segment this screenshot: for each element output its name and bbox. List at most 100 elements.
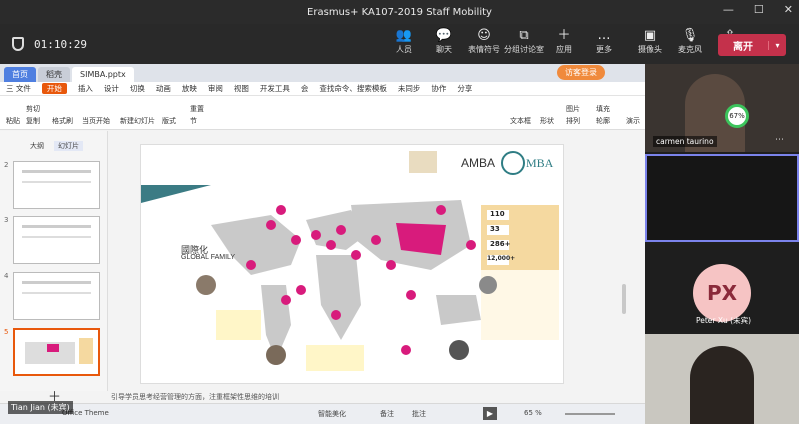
participant-name: Peter Xu (未宾)	[696, 316, 752, 325]
people-button[interactable]: 👥 人员	[384, 28, 424, 55]
window-title: Erasmus+ KA107-2019 Staff Mobility	[307, 6, 492, 18]
stat-value: 33	[490, 225, 500, 233]
menu-review[interactable]: 审阅	[208, 83, 223, 94]
apps-button[interactable]: ＋ 应用	[544, 28, 584, 55]
collab-button[interactable]: 协作	[431, 83, 446, 94]
search-command[interactable]: 查找命令、搜索模板	[319, 83, 387, 94]
chevron-down-icon[interactable]: ▾	[768, 40, 786, 50]
maximize-icon[interactable]: ☐	[754, 3, 764, 16]
breakout-button[interactable]: ⧉ 分组讨论室	[504, 28, 544, 55]
notes-button[interactable]: 备注	[380, 409, 394, 419]
shared-screen: 首页 稻壳 SIMBA.pptx 访客登录 三 文件 开始 插入 设计 切换 动…	[0, 64, 645, 424]
zoom-level[interactable]: 65 %	[524, 409, 542, 417]
sync-status[interactable]: 未同步	[398, 83, 421, 94]
arrange-button[interactable]: 排列	[566, 116, 580, 126]
mic-icon: 🎙	[681, 28, 699, 43]
shield-icon	[12, 37, 24, 51]
more-icon: …	[597, 28, 611, 43]
award-logo	[409, 151, 437, 173]
vertical-scrollbar[interactable]	[622, 284, 626, 314]
tab-slides[interactable]: 幻灯片	[54, 141, 83, 151]
menu-file[interactable]: 三 文件	[6, 83, 31, 94]
wps-menubar: 三 文件 开始 插入 设计 切换 动画 放映 审阅 视图 开发工具 会 查找命令…	[0, 82, 645, 96]
camera-button[interactable]: ▣ 摄像头	[630, 28, 670, 55]
menu-slideshow[interactable]: 放映	[182, 83, 197, 94]
stat-value: 286+	[490, 240, 511, 248]
minimize-icon[interactable]: —	[723, 3, 734, 16]
participant-tile-carmen[interactable]: 67% carmen taurino ⋯	[645, 64, 799, 152]
comments-button[interactable]: 批注	[412, 409, 426, 419]
copy-button[interactable]: 复制	[26, 116, 40, 126]
breakout-label: 分组讨论室	[504, 45, 544, 54]
meeting-toolbar: 01:10:29 👥 人员 💬 聊天 ☺ 表情符号 ⧉ 分组讨论室 ＋ 应用 … 更多 ▣ 摄…	[0, 24, 799, 64]
slide-number: 5	[4, 328, 9, 336]
emoji-button[interactable]: ☺ 表情符号	[464, 28, 504, 55]
stat-value: 12,000+	[487, 255, 516, 262]
menu-animation[interactable]: 动画	[156, 83, 171, 94]
slide-thumbnail-4[interactable]	[13, 272, 100, 320]
wps-ribbon: 粘贴 剪切 复制 格式刷 当页开始 新建幻灯片 版式 节 重置 文本框 形状 排…	[0, 96, 645, 130]
format-painter-button[interactable]: 格式刷	[52, 116, 73, 126]
share-doc-button[interactable]: 分享	[457, 83, 472, 94]
picture-button[interactable]: 图片	[566, 104, 580, 114]
emoji-label: 表情符号	[468, 45, 500, 54]
tab-home[interactable]: 首页	[4, 67, 36, 82]
menu-start[interactable]: 开始	[41, 83, 67, 94]
participant-tile-peter[interactable]: PX Peter Xu (未宾)	[645, 244, 799, 332]
world-map-graphic: AMBA MBA	[141, 151, 559, 371]
video-feed	[690, 346, 754, 424]
presenter-name: Tian Jian (未宾)	[8, 401, 73, 414]
more-button[interactable]: … 更多	[584, 28, 624, 55]
people-label: 人员	[396, 45, 412, 54]
menu-insert[interactable]: 插入	[78, 83, 93, 94]
slide-number: 3	[4, 216, 9, 224]
menu-design[interactable]: 设计	[104, 83, 119, 94]
mic-label: 麦克风	[678, 45, 702, 54]
play-from-current-button[interactable]: 当页开始	[82, 116, 110, 126]
play-icon[interactable]: ▶	[483, 407, 497, 420]
menu-member[interactable]: 会	[301, 83, 309, 94]
more-options-icon[interactable]: ⋯	[775, 135, 784, 145]
textbox-button[interactable]: 文本框	[510, 116, 531, 126]
wps-tabbar: 首页 稻壳 SIMBA.pptx 访客登录	[0, 64, 645, 82]
slide-title-en: GLOBAL FAMILY	[181, 254, 236, 261]
outline-button[interactable]: 轮廓	[596, 116, 610, 126]
slide-thumbnail-3[interactable]	[13, 216, 100, 264]
apps-icon: ＋	[557, 28, 571, 43]
slide-panel: 大纲 幻灯片 2 3 4 5 ＋	[0, 131, 108, 405]
smart-beautify-button[interactable]: 智能美化	[318, 409, 346, 419]
slide-thumbnail-5[interactable]	[13, 328, 100, 376]
menu-transition[interactable]: 切换	[130, 83, 145, 94]
chat-button[interactable]: 💬 聊天	[424, 28, 464, 55]
menu-devtools[interactable]: 开发工具	[260, 83, 290, 94]
close-icon[interactable]: ✕	[784, 3, 793, 16]
shape-button[interactable]: 形状	[540, 116, 554, 126]
slide-notes[interactable]: 引导学员思考经营管理的方面，注重框架性思维的培训	[111, 392, 279, 402]
login-button[interactable]: 访客登录	[557, 65, 605, 80]
layout-button[interactable]: 版式	[162, 116, 176, 126]
tab-docer[interactable]: 稻壳	[38, 67, 70, 82]
paste-button[interactable]: 粘贴	[6, 116, 20, 126]
cut-button[interactable]: 剪切	[26, 104, 40, 114]
apps-label: 应用	[556, 45, 572, 54]
new-slide-button[interactable]: 新建幻灯片	[120, 116, 155, 126]
zoom-slider[interactable]	[565, 413, 615, 415]
slide-thumbnail-2[interactable]	[13, 161, 100, 209]
tab-simba[interactable]: SIMBA.pptx	[72, 67, 134, 82]
menu-view[interactable]: 视图	[234, 83, 249, 94]
participant-tile-active[interactable]	[645, 154, 799, 242]
mic-button[interactable]: 🎙 麦克风	[670, 28, 710, 55]
section-button[interactable]: 节	[190, 116, 197, 126]
leave-button[interactable]: 离开 ▾	[718, 34, 786, 56]
slide-number: 4	[4, 272, 9, 280]
meeting-timer: 01:10:29	[34, 37, 87, 51]
fill-button[interactable]: 填充	[596, 104, 610, 114]
wps-statusbar: Office Theme 智能美化 备注 批注 ▶ 65 %	[0, 403, 645, 424]
tab-outline[interactable]: 大纲	[30, 141, 44, 151]
reset-button[interactable]: 重置	[190, 104, 204, 114]
participant-name: carmen taurino	[653, 136, 717, 147]
participant-tile-tian[interactable]	[645, 334, 799, 424]
present-button[interactable]: 演示	[626, 116, 640, 126]
connection-stat: 67%	[725, 104, 749, 128]
people-icon: 👥	[395, 28, 413, 43]
